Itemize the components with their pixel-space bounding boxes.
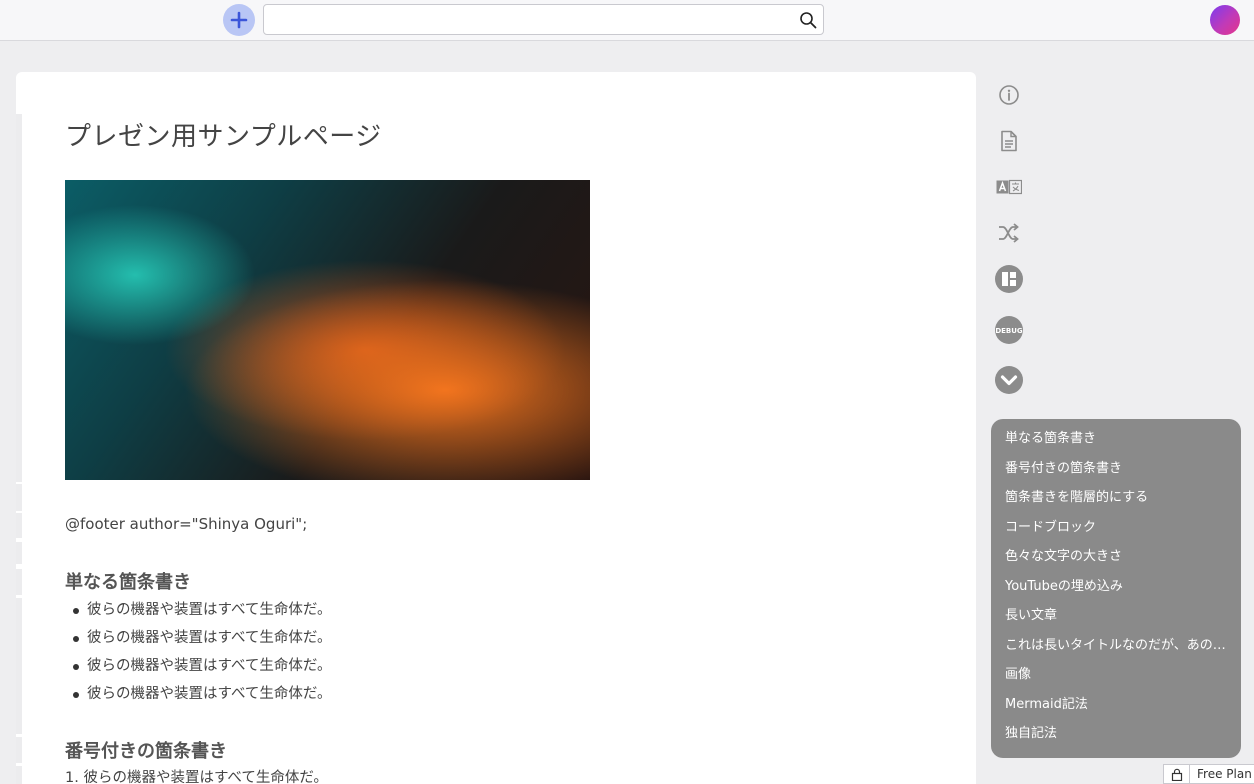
toc-item[interactable]: 番号付きの箇条書き bbox=[991, 454, 1241, 484]
toc-item[interactable]: 画像 bbox=[991, 660, 1241, 690]
toc-item[interactable]: 箇条書きを階層的にする bbox=[991, 483, 1241, 513]
gutter-bar bbox=[16, 484, 22, 511]
document-icon bbox=[1001, 130, 1017, 152]
layout-button[interactable] bbox=[994, 264, 1024, 294]
table-of-contents: 単なる箇条書き 番号付きの箇条書き 箇条書きを階層的にする コードブロック 色々… bbox=[991, 419, 1241, 758]
document-button[interactable] bbox=[994, 126, 1024, 156]
gutter-bar bbox=[16, 114, 22, 482]
top-bar bbox=[0, 0, 1254, 41]
lock-icon bbox=[1164, 764, 1190, 784]
toc-item[interactable]: コードブロック bbox=[991, 513, 1241, 543]
translate-button[interactable] bbox=[994, 172, 1024, 202]
toc-item[interactable]: 独自記法 bbox=[991, 719, 1241, 749]
debug-button[interactable]: DEBUG bbox=[994, 315, 1024, 345]
toc-item[interactable]: Mermaid記法 bbox=[991, 690, 1241, 720]
page-title: プレゼン用サンプルページ bbox=[65, 122, 382, 152]
toc-item[interactable]: 長い文章 bbox=[991, 601, 1241, 631]
gutter-bar bbox=[16, 569, 22, 595]
bullet-list: 彼らの機器や装置はすべて生命体だ。 彼らの機器や装置はすべて生命体だ。 彼らの機… bbox=[65, 596, 331, 708]
page-content: プレゼン用サンプルページ @footer author="Shinya Ogur… bbox=[16, 72, 976, 784]
toc-item[interactable]: YouTubeの埋め込み bbox=[991, 572, 1241, 602]
search-input[interactable] bbox=[272, 9, 792, 31]
debug-icon: DEBUG bbox=[995, 316, 1023, 344]
toc-item[interactable]: これは長いタイトルなのだが、あの… bbox=[991, 631, 1241, 661]
toc-toggle-button[interactable] bbox=[994, 365, 1024, 395]
list-item: 彼らの機器や装置はすべて生命体だ。 bbox=[65, 624, 331, 652]
user-avatar[interactable] bbox=[1210, 5, 1240, 35]
list-item: 彼らの機器や装置はすべて生命体だ。 bbox=[65, 652, 331, 680]
section-heading-numbered: 番号付きの箇条書き bbox=[65, 741, 227, 762]
plan-badge[interactable]: Free Plan bbox=[1163, 764, 1254, 784]
translate-icon bbox=[996, 179, 1022, 195]
toc-item[interactable]: 単なる箇条書き bbox=[991, 424, 1241, 454]
section-heading-bullets: 単なる箇条書き bbox=[65, 572, 191, 593]
info-icon bbox=[999, 85, 1019, 105]
layout-icon bbox=[995, 265, 1023, 293]
gutter-bar bbox=[16, 513, 22, 538]
search-icon[interactable] bbox=[799, 11, 817, 29]
footer-directive: @footer author="Shinya Oguri"; bbox=[65, 515, 308, 533]
plus-icon bbox=[230, 11, 248, 29]
plan-label: Free Plan bbox=[1197, 767, 1252, 781]
gutter-bar bbox=[16, 542, 22, 564]
debug-label: DEBUG bbox=[995, 327, 1023, 335]
shuffle-icon bbox=[999, 223, 1019, 243]
gutter-bar bbox=[16, 598, 22, 734]
list-item: 彼らの機器や装置はすべて生命体だ。 bbox=[65, 680, 331, 708]
hero-image bbox=[65, 180, 590, 480]
gutter-bar bbox=[16, 737, 22, 763]
numbered-list-item: 1. 彼らの機器や装置はすべて生命体だ。 bbox=[65, 770, 328, 784]
toc-item[interactable]: 色々な文字の大きさ bbox=[991, 542, 1241, 572]
gutter-bar bbox=[16, 766, 22, 784]
list-item: 彼らの機器や装置はすべて生命体だ。 bbox=[65, 596, 331, 624]
search-box[interactable] bbox=[263, 4, 824, 35]
info-button[interactable] bbox=[994, 80, 1024, 110]
add-page-button[interactable] bbox=[223, 4, 255, 36]
chevron-down-icon bbox=[995, 366, 1023, 394]
shuffle-button[interactable] bbox=[994, 218, 1024, 248]
